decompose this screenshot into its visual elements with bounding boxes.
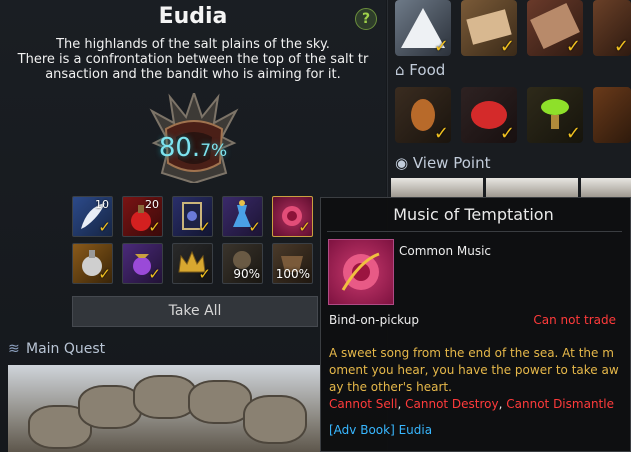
reward-slot-music[interactable]: ✓ — [272, 196, 313, 237]
region-title: Eudia — [158, 4, 228, 29]
reward-slot-potion[interactable]: 20 ✓ — [122, 196, 163, 237]
claimed-check-icon: ✓ — [148, 218, 161, 236]
reward-slot-flask[interactable]: ✓ — [72, 243, 113, 284]
reward-slot-relic[interactable]: 90% — [222, 243, 263, 284]
take-all-button[interactable]: Take All — [72, 296, 318, 327]
restriction-separator: , — [397, 397, 406, 411]
claimed-check-icon: ✓ — [198, 265, 211, 283]
claimed-check-icon: ✓ — [98, 218, 111, 236]
flavor-line: ay the other's heart. — [329, 380, 452, 394]
claimed-check-icon: ✓ — [613, 36, 629, 56]
reward-slot-card[interactable]: ✓ — [172, 196, 213, 237]
rose-music-icon — [341, 252, 380, 291]
restriction-item: Cannot Sell — [329, 397, 398, 411]
tooltip-item-name: Music of Temptation — [393, 205, 554, 224]
claimed-check-icon: ✓ — [499, 123, 515, 143]
reward-slot-elixir[interactable]: ✓ — [222, 196, 263, 237]
eye-icon: ◉ — [395, 154, 413, 172]
claimed-check-icon: ✓ — [198, 218, 211, 236]
restriction-item: Cannot Dismantle — [506, 397, 614, 411]
view-point-section-header[interactable]: ◉ View Point — [395, 154, 490, 172]
completion-percent: 80.7% — [140, 133, 246, 163]
item-tooltip: Music of Temptation Common Music Bind-on… — [320, 197, 631, 452]
collectible-salt[interactable]: ✓ — [395, 0, 451, 56]
description-line: The highlands of the salt plains of the … — [56, 37, 330, 52]
region-description: The highlands of the salt plains of the … — [0, 37, 386, 82]
claimed-check-icon: ✓ — [98, 265, 111, 283]
completion-percent-main: 80. — [158, 133, 201, 163]
restriction-item: Cannot Destroy — [405, 397, 499, 411]
collectible-scroll[interactable]: ✓ — [461, 0, 517, 56]
view-point-thumbnail[interactable] — [581, 178, 631, 198]
reward-slot-feather[interactable]: 10 ✓ — [72, 196, 113, 237]
food-item-jug[interactable] — [593, 87, 631, 143]
claimed-check-icon: ✓ — [148, 265, 161, 283]
claimed-check-icon: ✓ — [565, 36, 581, 56]
reward-slot-mask[interactable]: 100% — [272, 243, 313, 284]
description-line: There is a confrontation between the top… — [17, 52, 369, 67]
claimed-check-icon: ✓ — [565, 123, 581, 143]
house-icon: ⌂ — [395, 61, 410, 79]
food-label: Food — [409, 61, 446, 79]
main-quest-label: Main Quest — [26, 341, 106, 357]
view-point-thumbnail[interactable] — [486, 178, 578, 198]
claimed-check-icon: ✓ — [499, 36, 515, 56]
tooltip-flavor-text: A sweet song from the end of the sea. At… — [329, 345, 621, 396]
claimed-check-icon: ✓ — [433, 36, 449, 56]
description-line: ansaction and the bandit who is aiming f… — [45, 67, 341, 82]
collectible-book[interactable]: ✓ — [593, 0, 631, 56]
tooltip-trade-status: Can not trade — [533, 313, 616, 327]
tooltip-source: [Adv Book] Eudia — [329, 423, 433, 437]
collectible-map[interactable]: ✓ — [527, 0, 583, 56]
help-icon[interactable]: ? — [355, 8, 377, 30]
reward-slot-orb[interactable]: ✓ — [122, 243, 163, 284]
view-point-label: View Point — [412, 154, 491, 172]
claimed-check-icon: ✓ — [248, 218, 261, 236]
main-quest-header[interactable]: ≋ Main Quest — [8, 341, 105, 357]
reward-percent: 90% — [233, 267, 260, 281]
main-quest-image[interactable] — [8, 365, 321, 452]
food-section-header[interactable]: ⌂ Food — [395, 61, 445, 79]
reward-percent: 100% — [275, 267, 310, 281]
quest-emblem-icon: ≋ — [8, 341, 20, 357]
completion-percent-fraction: 7% — [200, 141, 228, 161]
food-item-coral[interactable]: ✓ — [461, 87, 517, 143]
flavor-line: A sweet song from the end of the sea. At… — [329, 346, 614, 360]
tooltip-item-image — [328, 239, 394, 305]
tooltip-item-type: Common Music — [399, 244, 492, 258]
claimed-check-icon: ✓ — [433, 123, 449, 143]
reward-slot-crown[interactable]: ✓ — [172, 243, 213, 284]
food-item-cup[interactable]: ✓ — [527, 87, 583, 143]
tooltip-restrictions: Cannot Sell, Cannot Destroy, Cannot Dism… — [329, 397, 614, 411]
view-point-thumbnail[interactable] — [391, 178, 483, 198]
tooltip-bind-status: Bind-on-pickup — [329, 313, 419, 327]
reward-count: 20 — [145, 198, 159, 211]
tooltip-divider — [327, 231, 622, 232]
food-item-spider[interactable]: ✓ — [395, 87, 451, 143]
flavor-line: oment you hear, you have the power to ta… — [329, 363, 619, 377]
reward-count: 10 — [95, 198, 109, 211]
claimed-check-icon: ✓ — [298, 218, 311, 236]
rock-shape — [243, 395, 307, 444]
